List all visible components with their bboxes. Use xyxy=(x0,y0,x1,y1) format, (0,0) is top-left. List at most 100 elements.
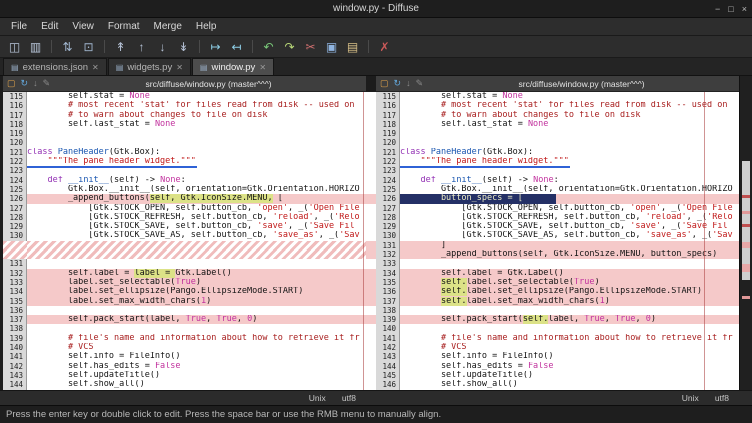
code-line[interactable]: 128 [Gtk.STOCK_REFRESH, self.button_cb, … xyxy=(376,213,739,222)
first-difference-icon[interactable]: ↟ xyxy=(112,38,129,55)
code-line[interactable]: 139 self.pack_start(self.label, True, Tr… xyxy=(376,315,739,324)
code-line[interactable]: 138 xyxy=(376,306,739,315)
code-line[interactable]: 115 self.stat = None xyxy=(376,92,739,101)
code-line[interactable]: 140 # VCS xyxy=(3,343,366,352)
close-button[interactable]: × xyxy=(742,4,747,14)
code-line[interactable]: 124 def __init__(self) -> None: xyxy=(376,176,739,185)
code-line[interactable]: 117 # to warn about changes to file on d… xyxy=(3,111,366,120)
code-line[interactable]: 129 [Gtk.STOCK_SAVE, self.button_cb, 'sa… xyxy=(376,222,739,231)
tab-widgets-py[interactable]: ▤widgets.py✕ xyxy=(108,58,191,75)
menu-edit[interactable]: Edit xyxy=(34,20,65,33)
code-line[interactable]: 136 self.label.set_ellipsize(Pango.Ellip… xyxy=(376,287,739,296)
code-line[interactable]: 141 # file's name and information about … xyxy=(376,334,739,343)
code-line[interactable]: 142 # VCS xyxy=(376,343,739,352)
menu-format[interactable]: Format xyxy=(101,20,147,33)
reload-file-button[interactable]: ↻ xyxy=(21,79,29,88)
code-line[interactable]: 126 _append_buttons(self, Gtk.IconSize.M… xyxy=(3,194,366,203)
close-tab-icon[interactable]: ✕ xyxy=(92,63,99,72)
redo-icon[interactable]: ↷ xyxy=(281,38,298,55)
reload-file-button[interactable]: ↻ xyxy=(394,79,402,88)
code-line[interactable]: 142 self.has_edits = False xyxy=(3,362,366,371)
code-line[interactable]: 132 self.label = label = Gtk.Label() xyxy=(3,269,366,278)
isolate-icon[interactable]: ⊡ xyxy=(80,38,97,55)
diff-overview-map[interactable] xyxy=(739,76,752,390)
new-3way-file-merge-icon[interactable]: ▥ xyxy=(27,38,44,55)
next-difference-icon[interactable]: ↓ xyxy=(154,38,171,55)
code-line[interactable]: 134 label.set_ellipsize(Pango.EllipsizeM… xyxy=(3,287,366,296)
code-line[interactable]: 136 xyxy=(3,306,366,315)
code-line[interactable]: 127 [Gtk.STOCK_OPEN, self.button_cb, 'op… xyxy=(3,204,366,213)
code-line[interactable]: 146 self.show_all() xyxy=(376,380,739,389)
tab-window-py[interactable]: ▤window.py✕ xyxy=(192,58,274,75)
clear-edits-icon[interactable]: ✗ xyxy=(376,38,393,55)
code-line[interactable] xyxy=(3,250,366,259)
code-line[interactable]: 135 self.label.set_selectable(True) xyxy=(376,278,739,287)
right-code-area[interactable]: 115 self.stat = None116 # most recent 's… xyxy=(376,92,739,390)
code-line[interactable]: 137 self.pack_start(label, True, True, 0… xyxy=(3,315,366,324)
save-file-as-button[interactable]: ✎ xyxy=(43,79,51,88)
code-line[interactable]: 125 Gtk.Box.__init__(self, orientation=G… xyxy=(376,185,739,194)
code-line[interactable]: 117 # to warn about changes to file on d… xyxy=(376,111,739,120)
code-line[interactable]: 122 """The pane header widget.""" xyxy=(3,157,366,166)
copy-icon[interactable]: ▣ xyxy=(323,38,340,55)
menu-help[interactable]: Help xyxy=(189,20,224,33)
code-line[interactable]: 144 self.show_all() xyxy=(3,380,366,389)
copy-selection-right-icon[interactable]: ↦ xyxy=(207,38,224,55)
code-line[interactable]: 133 label.set_selectable(True) xyxy=(3,278,366,287)
maximize-button[interactable]: □ xyxy=(728,4,733,14)
code-line[interactable]: 134 self.label = Gtk.Label() xyxy=(376,269,739,278)
paste-icon[interactable]: ▤ xyxy=(344,38,361,55)
code-line[interactable]: 118 self.last_stat = None xyxy=(376,120,739,129)
code-line[interactable] xyxy=(3,241,366,250)
code-line[interactable]: 127 [Gtk.STOCK_OPEN, self.button_cb, 'op… xyxy=(376,204,739,213)
code-line[interactable]: 131 ] xyxy=(376,241,739,250)
code-line[interactable]: 140 xyxy=(376,324,739,333)
code-line[interactable]: 131 xyxy=(3,259,366,268)
code-line[interactable]: 120 xyxy=(3,138,366,147)
tab-extensions-json[interactable]: ▤extensions.json✕ xyxy=(3,58,107,75)
menu-view[interactable]: View xyxy=(65,20,101,33)
code-line[interactable]: 145 self.updateTitle() xyxy=(376,371,739,380)
open-file-button[interactable]: ▢ xyxy=(380,79,389,88)
menu-file[interactable]: File xyxy=(4,20,34,33)
code-line[interactable]: 143 self.info = FileInfo() xyxy=(376,352,739,361)
undo-icon[interactable]: ↶ xyxy=(260,38,277,55)
realign-all-icon[interactable]: ⇅ xyxy=(59,38,76,55)
code-line[interactable]: 126 button_specs = [ xyxy=(376,194,739,203)
save-file-button[interactable]: ↓ xyxy=(33,79,38,88)
code-line[interactable]: 116 # most recent 'stat' for files read … xyxy=(376,101,739,110)
code-line[interactable]: 122 """The pane header widget.""" xyxy=(376,157,739,166)
code-line[interactable]: 144 self.has_edits = False xyxy=(376,362,739,371)
map-viewport-thumb[interactable] xyxy=(742,161,750,280)
cut-icon[interactable]: ✂ xyxy=(302,38,319,55)
code-line[interactable]: 139 # file's name and information about … xyxy=(3,334,366,343)
code-line[interactable]: 121class PaneHeader(Gtk.Box): xyxy=(376,148,739,157)
code-line[interactable]: 130 [Gtk.STOCK_SAVE_AS, self.button_cb, … xyxy=(3,231,366,240)
minimize-button[interactable]: − xyxy=(715,4,720,14)
code-line[interactable]: 129 [Gtk.STOCK_SAVE, self.button_cb, 'sa… xyxy=(3,222,366,231)
code-line[interactable]: 137 self.label.set_max_width_chars(1) xyxy=(376,297,739,306)
code-line[interactable]: 115 self.stat = None xyxy=(3,92,366,101)
close-tab-icon[interactable]: ✕ xyxy=(259,63,266,72)
save-file-button[interactable]: ↓ xyxy=(406,79,411,88)
last-difference-icon[interactable]: ↡ xyxy=(175,38,192,55)
code-line[interactable]: 124 def __init__(self) -> None: xyxy=(3,176,366,185)
left-code-area[interactable]: 115 self.stat = None116 # most recent 's… xyxy=(3,92,366,390)
code-line[interactable]: 133 xyxy=(376,259,739,268)
save-file-as-button[interactable]: ✎ xyxy=(416,79,424,88)
code-line[interactable]: 138 xyxy=(3,324,366,333)
code-line[interactable]: 132 _append_buttons(self, Gtk.IconSize.M… xyxy=(376,250,739,259)
code-line[interactable]: 118 self.last_stat = None xyxy=(3,120,366,129)
code-line[interactable]: 130 [Gtk.STOCK_SAVE_AS, self.button_cb, … xyxy=(376,231,739,240)
code-line[interactable]: 125 Gtk.Box.__init__(self, orientation=G… xyxy=(3,185,366,194)
code-line[interactable]: 119 xyxy=(376,129,739,138)
new-2way-file-merge-icon[interactable]: ◫ xyxy=(6,38,23,55)
code-line[interactable]: 123 xyxy=(376,166,739,175)
code-line[interactable]: 120 xyxy=(376,138,739,147)
open-file-button[interactable]: ▢ xyxy=(7,79,16,88)
code-line[interactable]: 135 label.set_max_width_chars(1) xyxy=(3,297,366,306)
code-line[interactable]: 119 xyxy=(3,129,366,138)
copy-selection-left-icon[interactable]: ↤ xyxy=(228,38,245,55)
code-line[interactable]: 128 [Gtk.STOCK_REFRESH, self.button_cb, … xyxy=(3,213,366,222)
previous-difference-icon[interactable]: ↑ xyxy=(133,38,150,55)
